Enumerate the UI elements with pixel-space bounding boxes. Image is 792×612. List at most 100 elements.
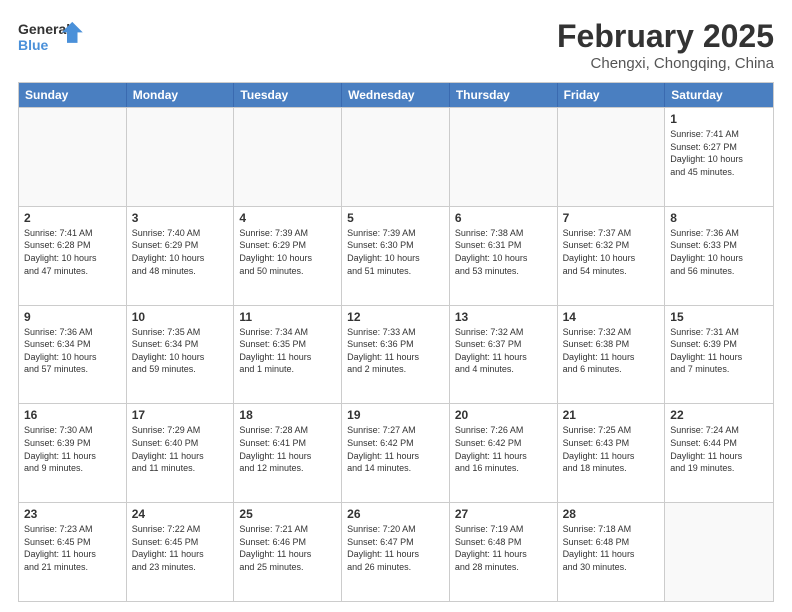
day-number: 8: [670, 211, 768, 225]
day-info: Sunrise: 7:40 AM Sunset: 6:29 PM Dayligh…: [132, 227, 229, 277]
day-info: Sunrise: 7:34 AM Sunset: 6:35 PM Dayligh…: [239, 326, 336, 376]
day-info: Sunrise: 7:39 AM Sunset: 6:29 PM Dayligh…: [239, 227, 336, 277]
day-info: Sunrise: 7:32 AM Sunset: 6:37 PM Dayligh…: [455, 326, 552, 376]
day-number: 1: [670, 112, 768, 126]
day-number: 18: [239, 408, 336, 422]
day-cell: 7 Sunrise: 7:37 AM Sunset: 6:32 PM Daylig…: [558, 207, 666, 305]
day-number: 12: [347, 310, 444, 324]
day-cell: 5 Sunrise: 7:39 AM Sunset: 6:30 PM Daylig…: [342, 207, 450, 305]
header-day: Sunday: [19, 83, 127, 107]
day-cell: 20 Sunrise: 7:26 AM Sunset: 6:42 PM Dayli…: [450, 404, 558, 502]
empty-cell: [558, 108, 666, 206]
day-info: Sunrise: 7:35 AM Sunset: 6:34 PM Dayligh…: [132, 326, 229, 376]
empty-cell: [234, 108, 342, 206]
day-number: 2: [24, 211, 121, 225]
calendar-week: 16 Sunrise: 7:30 AM Sunset: 6:39 PM Dayli…: [19, 403, 773, 502]
day-number: 14: [563, 310, 660, 324]
day-number: 28: [563, 507, 660, 521]
day-info: Sunrise: 7:18 AM Sunset: 6:48 PM Dayligh…: [563, 523, 660, 573]
day-cell: 22Sunrise: 7:24 AM Sunset: 6:44 PM Dayli…: [665, 404, 773, 502]
logo-icon: GeneralBlue: [18, 18, 88, 58]
day-number: 15: [670, 310, 768, 324]
day-info: Sunrise: 7:32 AM Sunset: 6:38 PM Dayligh…: [563, 326, 660, 376]
day-cell: 28 Sunrise: 7:18 AM Sunset: 6:48 PM Dayli…: [558, 503, 666, 601]
day-number: 21: [563, 408, 660, 422]
header-day: Saturday: [665, 83, 773, 107]
day-cell: 2 Sunrise: 7:41 AM Sunset: 6:28 PM Daylig…: [19, 207, 127, 305]
day-number: 6: [455, 211, 552, 225]
day-number: 16: [24, 408, 121, 422]
day-cell: 8 Sunrise: 7:36 AM Sunset: 6:33 PM Daylig…: [665, 207, 773, 305]
day-info: Sunrise: 7:41 AM Sunset: 6:28 PM Dayligh…: [24, 227, 121, 277]
svg-text:Blue: Blue: [18, 37, 49, 53]
day-number: 13: [455, 310, 552, 324]
day-info: Sunrise: 7:23 AM Sunset: 6:45 PM Dayligh…: [24, 523, 121, 573]
day-cell: 27 Sunrise: 7:19 AM Sunset: 6:48 PM Dayli…: [450, 503, 558, 601]
day-number: 26: [347, 507, 444, 521]
empty-cell: [127, 108, 235, 206]
day-info: Sunrise: 7:33 AM Sunset: 6:36 PM Dayligh…: [347, 326, 444, 376]
day-number: 19: [347, 408, 444, 422]
header-day: Monday: [127, 83, 235, 107]
day-cell: 9 Sunrise: 7:36 AM Sunset: 6:34 PM Daylig…: [19, 306, 127, 404]
day-number: 11: [239, 310, 336, 324]
day-info: Sunrise: 7:28 AM Sunset: 6:41 PM Dayligh…: [239, 424, 336, 474]
day-cell: 10 Sunrise: 7:35 AM Sunset: 6:34 PM Dayli…: [127, 306, 235, 404]
header-day: Friday: [558, 83, 666, 107]
day-info: Sunrise: 7:41 AM Sunset: 6:27 PM Dayligh…: [670, 128, 768, 178]
calendar-week: 1 Sunrise: 7:41 AM Sunset: 6:27 PM Daylig…: [19, 107, 773, 206]
day-cell: 18 Sunrise: 7:28 AM Sunset: 6:41 PM Dayli…: [234, 404, 342, 502]
day-cell: 17Sunrise: 7:29 AM Sunset: 6:40 PM Dayli…: [127, 404, 235, 502]
title-block: February 2025 Chengxi, Chongqing, China: [557, 18, 774, 72]
header-day: Wednesday: [342, 83, 450, 107]
day-number: 5: [347, 211, 444, 225]
calendar-header: SundayMondayTuesdayWednesdayThursdayFrid…: [19, 83, 773, 107]
day-number: 20: [455, 408, 552, 422]
empty-cell: [450, 108, 558, 206]
day-info: Sunrise: 7:26 AM Sunset: 6:42 PM Dayligh…: [455, 424, 552, 474]
day-cell: 11 Sunrise: 7:34 AM Sunset: 6:35 PM Dayli…: [234, 306, 342, 404]
day-info: Sunrise: 7:38 AM Sunset: 6:31 PM Dayligh…: [455, 227, 552, 277]
day-number: 27: [455, 507, 552, 521]
day-number: 4: [239, 211, 336, 225]
day-cell: 26Sunrise: 7:20 AM Sunset: 6:47 PM Dayli…: [342, 503, 450, 601]
calendar-week: 2 Sunrise: 7:41 AM Sunset: 6:28 PM Daylig…: [19, 206, 773, 305]
day-number: 3: [132, 211, 229, 225]
calendar-week: 23 Sunrise: 7:23 AM Sunset: 6:45 PM Dayli…: [19, 502, 773, 601]
day-cell: 4 Sunrise: 7:39 AM Sunset: 6:29 PM Daylig…: [234, 207, 342, 305]
day-info: Sunrise: 7:36 AM Sunset: 6:34 PM Dayligh…: [24, 326, 121, 376]
calendar-week: 9 Sunrise: 7:36 AM Sunset: 6:34 PM Daylig…: [19, 305, 773, 404]
day-number: 17: [132, 408, 229, 422]
header-day: Tuesday: [234, 83, 342, 107]
day-number: 25: [239, 507, 336, 521]
day-cell: 14 Sunrise: 7:32 AM Sunset: 6:38 PM Dayli…: [558, 306, 666, 404]
day-cell: 15Sunrise: 7:31 AM Sunset: 6:39 PM Dayli…: [665, 306, 773, 404]
day-info: Sunrise: 7:36 AM Sunset: 6:33 PM Dayligh…: [670, 227, 768, 277]
day-info: Sunrise: 7:24 AM Sunset: 6:44 PM Dayligh…: [670, 424, 768, 474]
logo: GeneralBlue: [18, 18, 88, 58]
day-number: 7: [563, 211, 660, 225]
calendar-body: 1 Sunrise: 7:41 AM Sunset: 6:27 PM Daylig…: [19, 107, 773, 601]
calendar-title: February 2025: [557, 18, 774, 55]
day-info: Sunrise: 7:37 AM Sunset: 6:32 PM Dayligh…: [563, 227, 660, 277]
day-number: 10: [132, 310, 229, 324]
calendar: SundayMondayTuesdayWednesdayThursdayFrid…: [18, 82, 774, 602]
day-info: Sunrise: 7:19 AM Sunset: 6:48 PM Dayligh…: [455, 523, 552, 573]
svg-text:General: General: [18, 21, 70, 37]
day-cell: 16 Sunrise: 7:30 AM Sunset: 6:39 PM Dayli…: [19, 404, 127, 502]
day-info: Sunrise: 7:39 AM Sunset: 6:30 PM Dayligh…: [347, 227, 444, 277]
day-number: 9: [24, 310, 121, 324]
day-cell: 3 Sunrise: 7:40 AM Sunset: 6:29 PM Daylig…: [127, 207, 235, 305]
day-info: Sunrise: 7:21 AM Sunset: 6:46 PM Dayligh…: [239, 523, 336, 573]
header: GeneralBlue February 2025 Chengxi, Chong…: [18, 18, 774, 72]
day-info: Sunrise: 7:30 AM Sunset: 6:39 PM Dayligh…: [24, 424, 121, 474]
header-day: Thursday: [450, 83, 558, 107]
day-info: Sunrise: 7:25 AM Sunset: 6:43 PM Dayligh…: [563, 424, 660, 474]
day-cell: 24Sunrise: 7:22 AM Sunset: 6:45 PM Dayli…: [127, 503, 235, 601]
day-cell: 21 Sunrise: 7:25 AM Sunset: 6:43 PM Dayli…: [558, 404, 666, 502]
empty-cell: [342, 108, 450, 206]
day-cell: 12 Sunrise: 7:33 AM Sunset: 6:36 PM Dayli…: [342, 306, 450, 404]
day-number: 23: [24, 507, 121, 521]
day-cell: 25 Sunrise: 7:21 AM Sunset: 6:46 PM Dayli…: [234, 503, 342, 601]
day-cell: 1 Sunrise: 7:41 AM Sunset: 6:27 PM Daylig…: [665, 108, 773, 206]
